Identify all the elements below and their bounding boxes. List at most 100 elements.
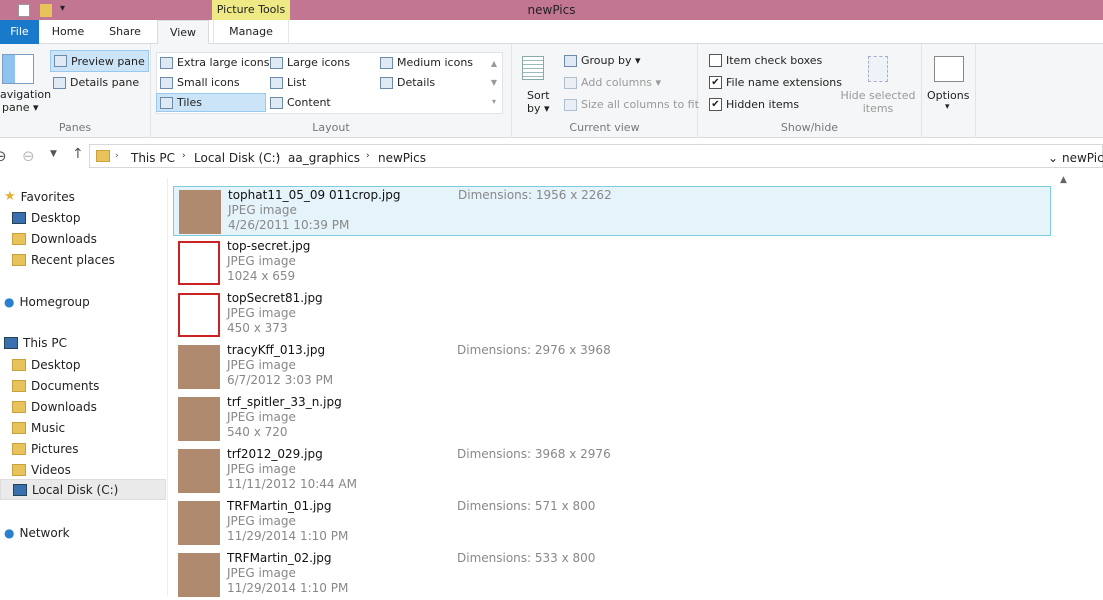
options-icon[interactable] — [934, 56, 964, 82]
sort-button[interactable]: Sort — [527, 89, 550, 102]
sidebar-item[interactable]: This PC — [0, 332, 166, 353]
crumb-this-pc[interactable]: This PC — [131, 151, 175, 165]
file-detail: 540 x 720 — [227, 425, 288, 439]
homegroup-icon: ● — [4, 294, 15, 309]
options-dropdown[interactable]: ▾ — [945, 102, 950, 112]
thumbnail-image — [178, 553, 220, 597]
group-by-label: Group by ▾ — [581, 54, 641, 67]
up-icon[interactable]: ↑ — [72, 146, 84, 162]
checkbox-checked: ✔ — [709, 98, 722, 111]
gallery-scroll[interactable]: ▲ ▼ ▾ — [488, 54, 500, 111]
sidebar-item[interactable]: Desktop — [0, 354, 166, 375]
layout-label: Tiles — [177, 96, 202, 109]
layout-extra-large-icons[interactable]: Extra large icons — [157, 53, 272, 72]
sidebar-item[interactable]: Pictures — [0, 438, 166, 459]
layout-small-icons[interactable]: Small icons — [157, 73, 243, 92]
file-name: TRFMartin_01.jpg — [227, 499, 332, 513]
layout-details[interactable]: Details — [377, 73, 438, 92]
add-columns-button[interactable]: Add columns ▾ — [561, 73, 664, 92]
options-button[interactable]: Options — [927, 89, 969, 102]
vertical-scrollbar[interactable]: ▲ — [1056, 175, 1074, 596]
forward-icon[interactable]: ⊖ — [22, 147, 35, 165]
folder-icon — [12, 400, 26, 413]
file-name: topSecret81.jpg — [227, 291, 323, 305]
file-dimensions: Dimensions: 571 x 800 — [457, 499, 596, 513]
file-tile[interactable]: top-secret.jpg JPEG image 1024 x 659 — [173, 238, 1051, 288]
hide-selected-icon — [868, 56, 888, 82]
layout-medium-icons[interactable]: Medium icons — [377, 53, 476, 72]
sidebar-item[interactable]: Recent places — [0, 249, 166, 270]
details-pane-button[interactable]: Details pane — [50, 73, 142, 92]
thumbnail-image — [178, 293, 220, 337]
details-pane-icon — [53, 76, 66, 89]
checkbox-label: Item check boxes — [726, 54, 823, 67]
address-bar[interactable]: › This PC › Local Disk (C:) › aa_graphic… — [89, 144, 1103, 168]
file-tile[interactable]: trf2012_029.jpg JPEG image 11/11/2012 10:4… — [173, 446, 1051, 496]
sidebar-item[interactable]: Videos — [0, 459, 166, 480]
layout-large-icons[interactable]: Large icons — [267, 53, 353, 72]
sidebar-item-label: Videos — [31, 462, 71, 477]
sidebar-item[interactable]: Desktop — [0, 207, 166, 228]
file-tile[interactable]: topSecret81.jpg JPEG image 450 x 373 — [173, 290, 1051, 340]
sort-dropdown[interactable]: by ▾ — [527, 102, 550, 115]
navigation-pane-icon[interactable] — [2, 54, 34, 84]
crumb-newpics[interactable]: newPics — [378, 151, 426, 165]
group-by-button[interactable]: Group by ▾ — [561, 51, 644, 70]
large-icons-icon — [270, 56, 283, 69]
tab-home[interactable]: Home — [45, 20, 91, 44]
sidebar-item-label: Music — [31, 420, 66, 435]
crumb-aa-graphics[interactable]: aa_graphics — [288, 151, 360, 165]
network-icon: ● — [4, 525, 15, 540]
layout-label: Details — [397, 76, 436, 89]
layout-label: Extra large icons — [177, 56, 270, 69]
computer-icon — [4, 336, 18, 349]
add-columns-label: Add columns ▾ — [581, 76, 662, 89]
sidebar-item-label: Documents — [31, 378, 100, 393]
hide-selected-button[interactable]: Hide selected items — [838, 89, 918, 115]
file-name: tracyKff_013.jpg — [227, 343, 326, 357]
crumb-local-disk[interactable]: Local Disk (C:) — [194, 151, 280, 165]
file-detail: 450 x 373 — [227, 321, 288, 335]
preview-pane-button[interactable]: Preview pane — [50, 50, 149, 72]
checkbox-checked: ✔ — [709, 76, 722, 89]
tab-manage[interactable]: Manage — [213, 20, 289, 44]
sidebar-item[interactable]: Downloads — [0, 228, 166, 249]
size-columns-button[interactable]: Size all columns to fit — [561, 95, 702, 114]
navigation-pane-button[interactable]: avigation — [0, 88, 51, 101]
tab-share[interactable]: Share — [102, 20, 148, 44]
address-current: newPics — [1062, 151, 1103, 165]
file-dimensions: Dimensions: 3968 x 2976 — [457, 447, 611, 461]
layout-label: Large icons — [287, 56, 350, 69]
sidebar-item[interactable]: ● Network — [0, 522, 166, 543]
layout-group: Extra large icons Large icons Medium ico… — [151, 44, 512, 138]
tab-view[interactable]: View — [157, 20, 209, 45]
sidebar-item[interactable]: Documents — [0, 375, 166, 396]
file-tile[interactable]: TRFMartin_02.jpg JPEG image 11/29/2014 1:1… — [173, 550, 1051, 600]
navigation-pane-dropdown[interactable]: pane ▾ — [2, 101, 38, 114]
layout-list[interactable]: List — [267, 73, 309, 92]
sidebar-item[interactable]: Music — [0, 417, 166, 438]
layout-tiles[interactable]: Tiles — [156, 93, 266, 112]
file-tile[interactable]: tophat11_05_09 011crop.jpg JPEG image 4/26… — [173, 186, 1051, 236]
file-name-extensions-checkbox[interactable]: ✔ File name extensions — [706, 73, 845, 92]
sort-icon[interactable] — [522, 56, 544, 80]
sidebar-item[interactable]: ● Homegroup — [0, 291, 166, 312]
recent-locations-icon[interactable]: ▼ — [50, 149, 57, 159]
file-detail: 1024 x 659 — [227, 269, 296, 283]
file-detail: 11/11/2012 10:44 AM — [227, 477, 357, 491]
sidebar-item[interactable]: Downloads — [0, 396, 166, 417]
back-icon[interactable]: ⊖ — [0, 147, 7, 165]
file-tile[interactable]: trf_spitler_33_n.jpg JPEG image 540 x 720 — [173, 394, 1051, 444]
sidebar-item[interactable]: ★ Favorites — [0, 186, 166, 207]
scroll-up-icon[interactable]: ▲ — [1060, 175, 1067, 185]
recent-icon — [12, 253, 26, 266]
layout-content[interactable]: Content — [267, 93, 334, 112]
tab-file[interactable]: File — [0, 20, 39, 44]
hidden-items-checkbox[interactable]: ✔ Hidden items — [706, 95, 802, 114]
file-tile[interactable]: tracyKff_013.jpg JPEG image 6/7/2012 3:03 … — [173, 342, 1051, 392]
sidebar-item-label: Network — [19, 525, 70, 540]
item-check-boxes-checkbox[interactable]: Item check boxes — [706, 51, 825, 70]
address-dropdown[interactable]: ⌄ — [1048, 151, 1058, 165]
file-tile[interactable]: TRFMartin_01.jpg JPEG image 11/29/2014 1:1… — [173, 498, 1051, 548]
sidebar-item[interactable]: Local Disk (C:) — [0, 479, 166, 500]
